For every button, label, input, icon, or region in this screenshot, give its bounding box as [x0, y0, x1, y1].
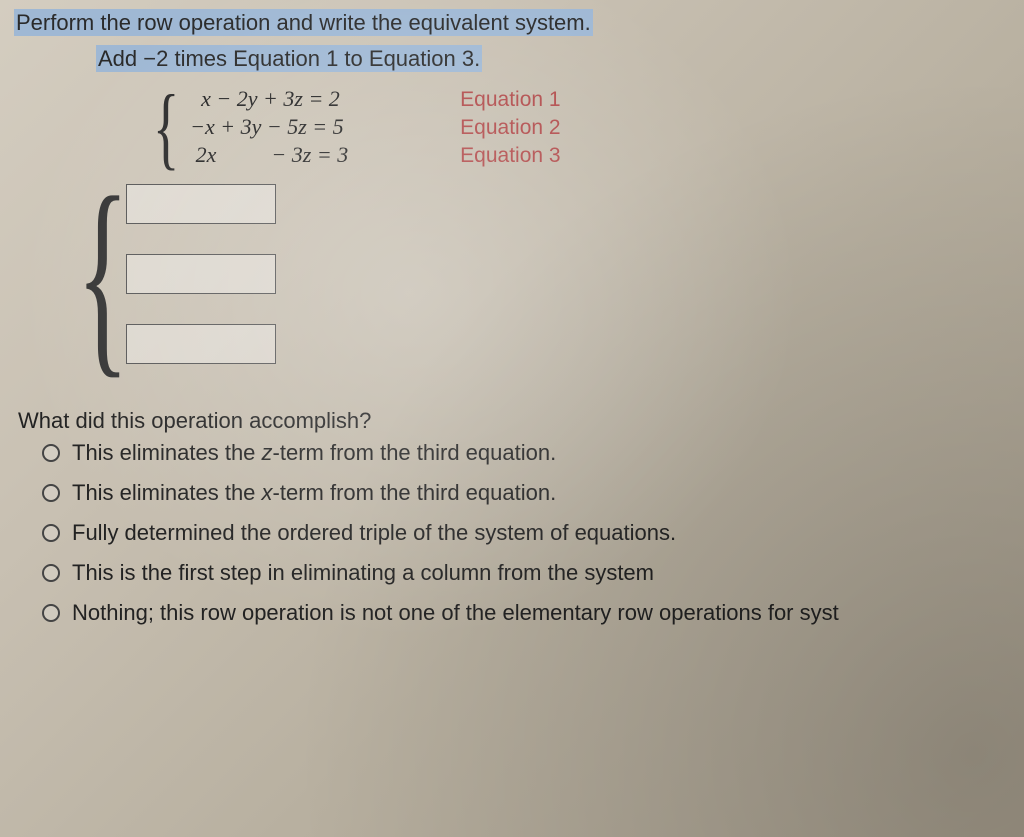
mc-option[interactable]: This eliminates the z-term from the thir…	[42, 440, 1024, 466]
row-operation-instruction: Add −2 times Equation 1 to Equation 3.	[96, 46, 1024, 72]
equation-expr: 2x − 3z = 3	[190, 142, 430, 168]
answer-input-2[interactable]	[126, 254, 276, 294]
answer-system: {	[50, 184, 1024, 364]
problem-title: Perform the row operation and write the …	[14, 10, 1024, 36]
radio-icon[interactable]	[42, 564, 60, 582]
equation-label: Equation 2	[460, 116, 560, 140]
brace-icon: {	[153, 93, 180, 162]
equation-label: Equation 1	[460, 88, 560, 112]
equation-expr: −x + 3y − 5z = 5	[190, 114, 430, 140]
brace-icon: {	[76, 195, 129, 353]
equation-list: x − 2y + 3z = 2 Equation 1 −x + 3y − 5z …	[190, 86, 560, 168]
radio-icon[interactable]	[42, 604, 60, 622]
equation-expr: x − 2y + 3z = 2	[190, 86, 430, 112]
answer-input-1[interactable]	[126, 184, 276, 224]
mc-option[interactable]: Nothing; this row operation is not one o…	[42, 600, 1024, 626]
problem-title-text: Perform the row operation and write the …	[14, 9, 593, 36]
answer-input-3[interactable]	[126, 324, 276, 364]
mc-option-text: Nothing; this row operation is not one o…	[72, 600, 839, 626]
mc-option-text: This eliminates the z-term from the thir…	[72, 440, 556, 466]
radio-icon[interactable]	[42, 444, 60, 462]
radio-icon[interactable]	[42, 524, 60, 542]
row-operation-text: Add −2 times Equation 1 to Equation 3.	[96, 45, 482, 72]
mc-option-text: This is the first step in eliminating a …	[72, 560, 654, 586]
mc-option[interactable]: This eliminates the x-term from the thir…	[42, 480, 1024, 506]
equation-row: −x + 3y − 5z = 5 Equation 2	[190, 114, 560, 140]
original-system: { x − 2y + 3z = 2 Equation 1 −x + 3y − 5…	[144, 86, 1024, 168]
mc-option[interactable]: This is the first step in eliminating a …	[42, 560, 1024, 586]
answer-inputs	[126, 184, 276, 364]
mc-option-text: This eliminates the x-term from the thir…	[72, 480, 556, 506]
mc-option-text: Fully determined the ordered triple of t…	[72, 520, 676, 546]
equation-row: x − 2y + 3z = 2 Equation 1	[190, 86, 560, 112]
equation-row: 2x − 3z = 3 Equation 3	[190, 142, 560, 168]
mc-options: This eliminates the z-term from the thir…	[42, 440, 1024, 626]
mc-question: What did this operation accomplish?	[18, 408, 1024, 434]
radio-icon[interactable]	[42, 484, 60, 502]
equation-label: Equation 3	[460, 144, 560, 168]
mc-option[interactable]: Fully determined the ordered triple of t…	[42, 520, 1024, 546]
